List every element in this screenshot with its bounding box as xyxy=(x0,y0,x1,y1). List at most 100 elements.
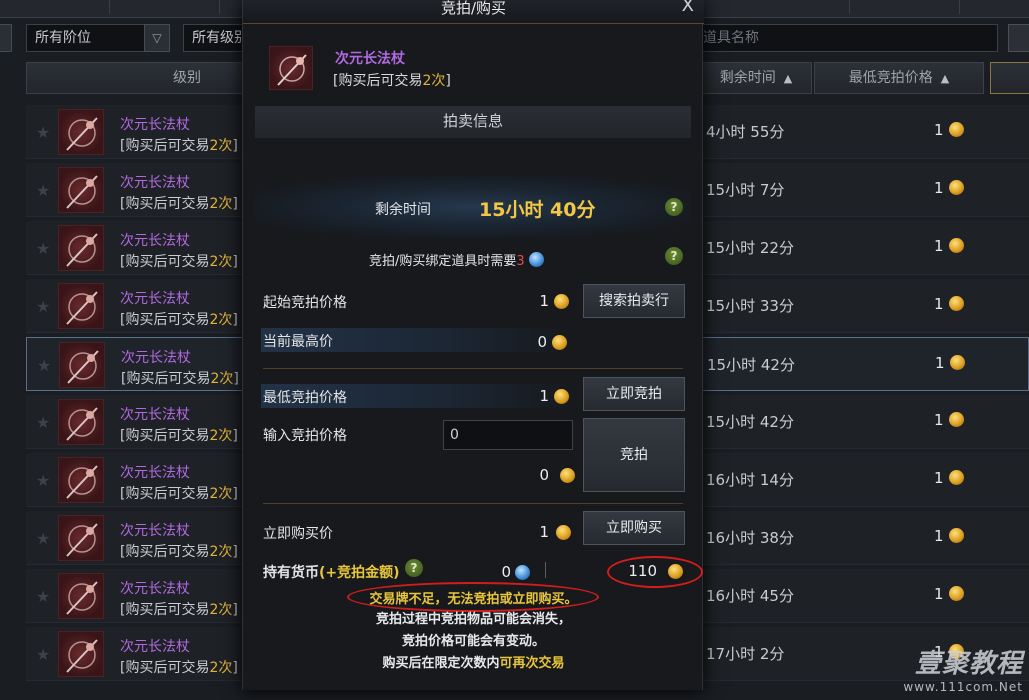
favorite-star-icon[interactable]: ★ xyxy=(36,645,50,664)
start-price-label: 起始竞拍价格 xyxy=(263,295,347,311)
top-tab[interactable] xyxy=(110,0,220,14)
currency-label-text: 持有货币 xyxy=(263,565,319,581)
trade-token-icon xyxy=(515,565,530,580)
min-bid-column-header[interactable]: 最低竞拍价格 ▲ xyxy=(814,62,984,94)
time-left-label: 剩余时间 xyxy=(375,202,431,218)
bid-total-value: 0 xyxy=(539,466,549,484)
gold-coin-icon xyxy=(556,525,571,540)
row-note-count: 2次 xyxy=(209,254,233,270)
favorite-star-icon[interactable]: ★ xyxy=(36,413,50,432)
sort-up-icon: ▲ xyxy=(940,72,950,85)
row-note-count: 2次 xyxy=(210,371,234,387)
row-item-note: [购买后可交易2次] xyxy=(120,135,238,155)
row-min-bid-value: 1 xyxy=(934,469,944,487)
row-min-bid-value: 1 xyxy=(934,295,944,313)
auction-note: 竞拍过程中竞拍物品可能会消失， xyxy=(375,612,571,627)
row-note-count: 2次 xyxy=(209,602,233,618)
row-note-bracket: ] xyxy=(232,138,238,154)
bind-requirement-label: 竞拍/购买绑定道具时需要 xyxy=(369,254,517,269)
row-min-bid: 1 xyxy=(934,411,964,429)
favorite-star-icon[interactable]: ★ xyxy=(36,181,50,200)
item-note-text: [购买后可交易 xyxy=(333,73,423,89)
row-item-note: [购买后可交易2次] xyxy=(120,483,238,503)
row-time-left: 15小时 42分 xyxy=(707,356,795,374)
row-min-bid: 1 xyxy=(934,121,964,139)
top-tab[interactable] xyxy=(740,0,850,14)
row-item-name: 次元长法杖 xyxy=(120,407,190,423)
buyout-label: 立即购买价 xyxy=(263,526,333,542)
bid-price-input[interactable]: 0 xyxy=(443,420,573,450)
row-time-left: 15小时 7分 xyxy=(706,181,785,199)
row-time-left: 16小时 38分 xyxy=(706,529,794,547)
currency-bonus-text: (+竞拍金额) xyxy=(319,565,400,581)
row-note-bracket: ] xyxy=(232,544,238,560)
staff-item-icon xyxy=(58,573,104,619)
row-min-bid-value: 1 xyxy=(934,237,944,255)
row-note-bracket: ] xyxy=(232,486,238,502)
row-time-left: 15小时 33分 xyxy=(706,297,794,315)
row-note-text: [购买后可交易 xyxy=(120,428,210,444)
staff-item-icon xyxy=(58,399,104,445)
staff-item-icon xyxy=(58,167,104,213)
row-note-bracket: ] xyxy=(232,196,238,212)
column-header-extra[interactable] xyxy=(990,62,1029,94)
top-tab[interactable] xyxy=(850,0,960,14)
time-left-value: 15小时 40分 xyxy=(479,199,596,221)
row-note-text: [购买后可交易 xyxy=(120,138,210,154)
row-note-text: [购买后可交易 xyxy=(120,312,210,328)
gold-coin-icon xyxy=(949,355,965,370)
favorite-star-icon[interactable]: ★ xyxy=(36,123,50,142)
row-min-bid-value: 1 xyxy=(934,585,944,603)
gold-coin-icon xyxy=(948,470,964,485)
staff-item-icon xyxy=(269,46,313,90)
sort-up-icon: ▲ xyxy=(783,72,793,85)
search-button[interactable] xyxy=(1008,24,1029,52)
favorite-star-icon[interactable]: ★ xyxy=(36,529,50,548)
favorite-star-icon[interactable]: ★ xyxy=(36,297,50,316)
staff-item-icon xyxy=(58,631,104,677)
buyout-button[interactable]: 立即购买 xyxy=(583,511,685,545)
chevron-down-icon[interactable]: ▽ xyxy=(144,24,170,52)
favorite-star-icon[interactable]: ★ xyxy=(36,471,50,490)
row-note-text: [购买后可交易 xyxy=(120,254,210,270)
staff-item-icon xyxy=(58,457,104,503)
min-bid-value: 1 xyxy=(539,387,549,405)
row-note-bracket: ] xyxy=(233,371,239,387)
row-item-name: 次元长法杖 xyxy=(120,465,190,481)
row-item-name: 次元长法杖 xyxy=(120,233,190,249)
row-note-text: [购买后可交易 xyxy=(120,544,210,560)
instant-bid-button[interactable]: 立即竞拍 xyxy=(583,377,685,411)
row-item-note: [购买后可交易2次] xyxy=(120,657,238,677)
top-tab[interactable] xyxy=(0,0,110,14)
close-icon[interactable]: X xyxy=(682,0,694,16)
bid-button[interactable]: 竞拍 xyxy=(583,418,685,492)
row-min-bid-value: 1 xyxy=(934,121,944,139)
row-min-bid-value: 1 xyxy=(934,179,944,197)
row-min-bid-value: 1 xyxy=(935,354,945,372)
help-icon[interactable]: ? xyxy=(665,198,683,216)
row-item-note: [购买后可交易2次] xyxy=(120,599,238,619)
held-token-count: 0 xyxy=(501,563,511,581)
gold-coin-icon xyxy=(948,180,964,195)
row-min-bid-value: 1 xyxy=(934,411,944,429)
gold-coin-icon xyxy=(552,335,567,350)
favorite-star-icon[interactable]: ★ xyxy=(37,356,51,375)
favorite-star-icon[interactable]: ★ xyxy=(36,587,50,606)
divider xyxy=(263,368,683,369)
favorite-star-icon[interactable]: ★ xyxy=(36,239,50,258)
time-left-column-header[interactable]: 剩余时间 ▲ xyxy=(700,62,812,94)
row-time-left: 4小时 55分 xyxy=(706,123,785,141)
level-filter-value: 所有级别 xyxy=(192,30,248,46)
row-item-name: 次元长法杖 xyxy=(121,350,191,366)
row-note-text: [购买后可交易 xyxy=(120,196,210,212)
filter-checkbox[interactable] xyxy=(0,24,12,52)
current-high-value: 0 xyxy=(537,333,547,351)
auction-note-text: 购买后在限定次数内 xyxy=(382,656,500,671)
item-note-bracket: ] xyxy=(445,73,451,89)
divider xyxy=(545,562,546,578)
search-auction-button[interactable]: 搜索拍卖行 xyxy=(583,284,685,318)
bid-buy-dialog: 竞拍/购买 X 次元长法杖 [购买后可交易2次] 拍卖信息 剩余时间 15小时 … xyxy=(242,0,704,690)
help-icon[interactable]: ? xyxy=(405,559,423,577)
help-icon[interactable]: ? xyxy=(665,247,683,265)
auction-info-header: 拍卖信息 xyxy=(255,106,691,138)
